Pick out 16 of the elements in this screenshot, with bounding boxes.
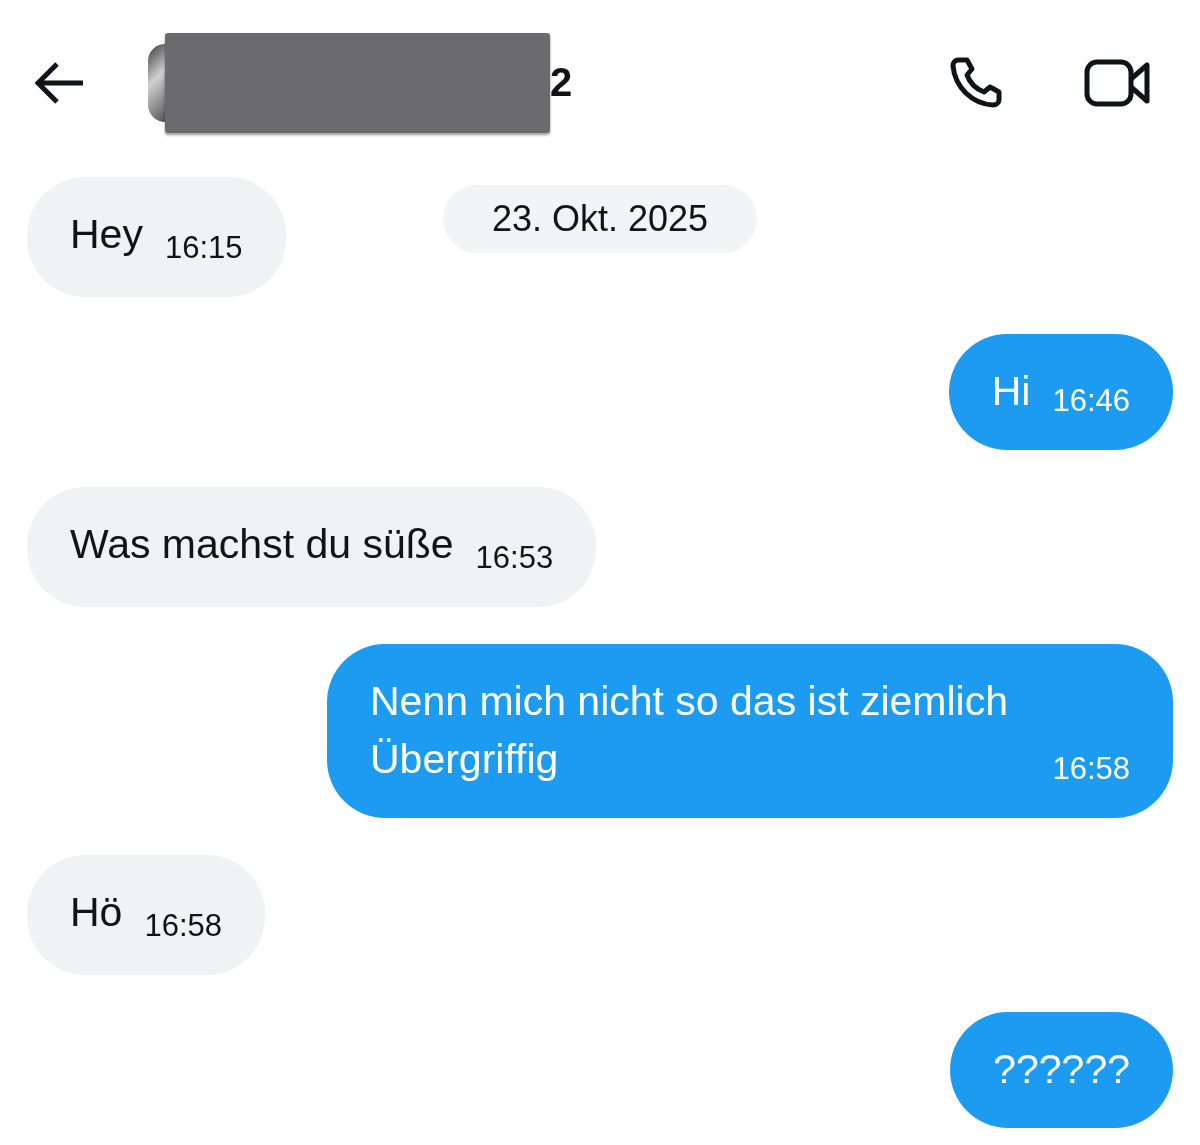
message-text: Hi: [991, 368, 1031, 414]
message-text: Hö: [70, 889, 123, 935]
message-text: Was machst du süße: [70, 521, 454, 567]
message-time: 16:46: [1052, 382, 1130, 420]
video-camera-icon[interactable]: [1084, 58, 1150, 107]
message-text: Hey: [70, 211, 143, 257]
message-time: 16:53: [475, 540, 554, 575]
back-arrow-icon[interactable]: [35, 60, 85, 105]
avatar[interactable]: [148, 43, 165, 122]
date-label: 23. Okt. 2025: [443, 185, 757, 253]
message-time: 16:58: [144, 908, 222, 943]
message-time: 16:58: [1052, 750, 1130, 788]
message-text: Nenn mich nicht so das ist ziemlich Übergriffig: [370, 678, 1009, 782]
contact-name: 2: [550, 60, 573, 105]
message-time: 16:15: [164, 230, 243, 265]
message-text: ??????: [993, 1046, 1130, 1092]
